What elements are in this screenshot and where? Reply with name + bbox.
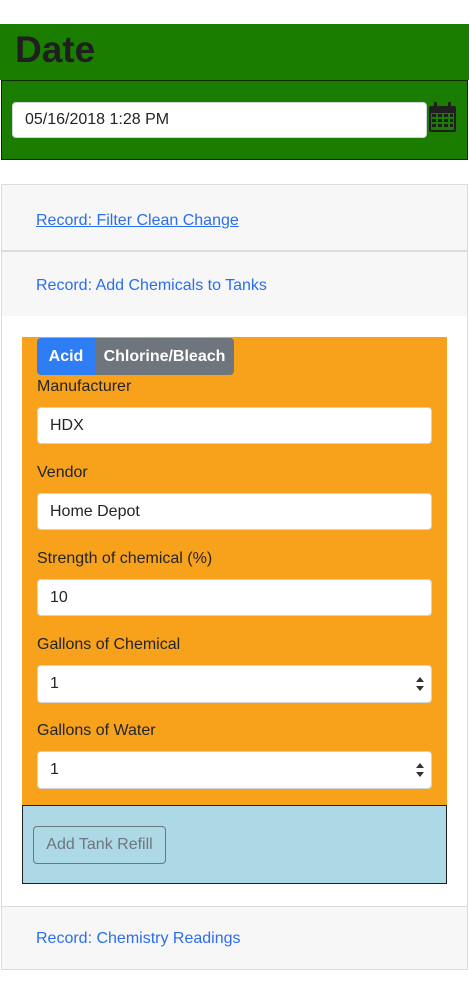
gallons-water-select[interactable]: 1: [37, 751, 432, 789]
chemistry-readings-link[interactable]: Record: Chemistry Readings: [36, 930, 241, 948]
gallons-chemical-value: 1: [50, 675, 59, 692]
add-chemicals-link[interactable]: Record: Add Chemicals to Tanks: [36, 277, 267, 295]
strength-input[interactable]: 10: [37, 579, 432, 616]
select-arrows-icon: [416, 677, 424, 691]
accordion-filter: Record: Filter Clean Change: [1, 184, 468, 251]
add-tank-refill-button[interactable]: Add Tank Refill: [33, 826, 166, 864]
vendor-input[interactable]: Home Depot: [37, 493, 432, 530]
manufacturer-input[interactable]: HDX: [37, 407, 432, 444]
select-arrows-icon: [416, 763, 424, 777]
filter-clean-change-link[interactable]: Record: Filter Clean Change: [36, 212, 239, 230]
page: Date 05/16/2018 1:28 PM Record: Filter C…: [0, 0, 469, 988]
date-input[interactable]: 05/16/2018 1:28 PM: [12, 102, 427, 138]
calendar-icon[interactable]: [428, 101, 457, 133]
vendor-label: Vendor: [37, 464, 88, 481]
date-title: Date: [15, 29, 96, 70]
gallons-water-value: 1: [50, 761, 59, 778]
accordion-chemicals: Record: Add Chemicals to Tanks: [1, 251, 468, 317]
manufacturer-label: Manufacturer: [37, 378, 132, 395]
gallons-chemical-select[interactable]: 1: [37, 665, 432, 703]
tab-acid[interactable]: Acid: [37, 338, 95, 375]
accordion-chemistry: Record: Chemistry Readings: [1, 906, 468, 970]
gallons-chemical-label: Gallons of Chemical: [37, 636, 181, 653]
tab-chlorine-bleach[interactable]: Chlorine/Bleach: [95, 338, 234, 375]
gallons-water-label: Gallons of Water: [37, 722, 156, 739]
strength-label: Strength of chemical (%): [37, 550, 213, 567]
